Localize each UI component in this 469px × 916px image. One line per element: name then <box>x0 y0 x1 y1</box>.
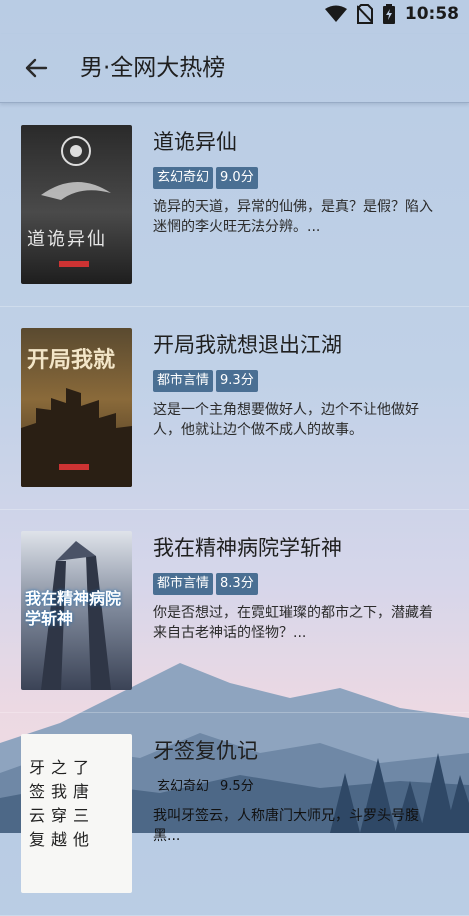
tag-group: 都市言情 8.3分 <box>153 573 258 595</box>
list-item[interactable]: 开局我就 开局我就想退出江湖 都市言情 9.3分 这是一个主角想要做好人，边个不… <box>0 307 469 510</box>
list-item[interactable]: 我在精神病院学斩神 我在精神病院学斩神 都市言情 8.3分 你是否想过，在霓虹璀… <box>0 510 469 713</box>
category-tag: 玄幻奇幻 <box>153 167 214 189</box>
no-sim-icon <box>356 4 373 24</box>
list-item[interactable]: 牙之了签我唐云穿三复越他 牙签复仇记 玄幻奇幻 9.5分 我叫牙签云，人称唐门大… <box>0 713 469 916</box>
book-cover[interactable]: 牙之了签我唐云穿三复越他 <box>21 734 132 893</box>
book-title[interactable]: 我在精神病院学斩神 <box>153 532 342 562</box>
book-list: 道诡异仙 道诡异仙 玄幻奇幻 9.0分 诡异的天道，异常的仙佛，是真？是假？陷入… <box>0 104 469 916</box>
status-bar: 10:58 <box>0 0 469 34</box>
book-description: 你是否想过，在霓虹璀璨的都市之下，潜藏着来自古老神话的怪物？... <box>153 605 433 641</box>
book-description: 这是一个主角想要做好人，边个不让他做好人，他就让边个做不成人的故事。 <box>153 402 419 438</box>
score-tag: 9.3分 <box>216 370 258 392</box>
category-tag: 都市言情 <box>153 573 214 595</box>
tag-group: 玄幻奇幻 9.5分 <box>153 776 258 798</box>
book-cover[interactable]: 开局我就 <box>21 328 132 487</box>
book-title[interactable]: 牙签复仇记 <box>153 735 258 765</box>
cover-text: 道诡异仙 <box>27 229 107 250</box>
cover-text: 牙之了签我唐云穿三复越他 <box>29 758 96 849</box>
cover-text: 开局我就 <box>27 348 116 373</box>
category-tag: 都市言情 <box>153 370 214 392</box>
status-time: 10:58 <box>404 4 459 24</box>
score-tag: 9.0分 <box>216 167 258 189</box>
book-title[interactable]: 开局我就想退出江湖 <box>153 329 342 359</box>
book-cover[interactable]: 我在精神病院学斩神 <box>21 531 132 690</box>
wifi-icon <box>324 5 347 22</box>
tag-group: 都市言情 9.3分 <box>153 370 258 392</box>
page-title: 男·全网大热榜 <box>80 55 226 81</box>
cover-text: 我在精神病院学斩神 <box>25 589 122 628</box>
battery-icon <box>382 4 395 24</box>
book-title[interactable]: 道诡异仙 <box>153 126 237 156</box>
cover-art <box>41 136 111 267</box>
back-arrow-icon[interactable] <box>20 52 52 84</box>
app-bar: 男·全网大热榜 <box>0 34 469 103</box>
score-tag: 8.3分 <box>216 573 258 595</box>
book-description: 我叫牙签云，人称唐门大师兄，斗罗头号腹黑... <box>153 808 419 844</box>
tag-group: 玄幻奇幻 9.0分 <box>153 167 258 189</box>
score-tag: 9.5分 <box>220 779 254 794</box>
book-description: 诡异的天道，异常的仙佛，是真？是假？陷入迷惘的李火旺无法分辨。... <box>153 199 433 235</box>
category-tag: 玄幻奇幻 <box>157 779 210 794</box>
list-item[interactable]: 道诡异仙 道诡异仙 玄幻奇幻 9.0分 诡异的天道，异常的仙佛，是真？是假？陷入… <box>0 104 469 307</box>
book-cover[interactable]: 道诡异仙 <box>21 125 132 284</box>
